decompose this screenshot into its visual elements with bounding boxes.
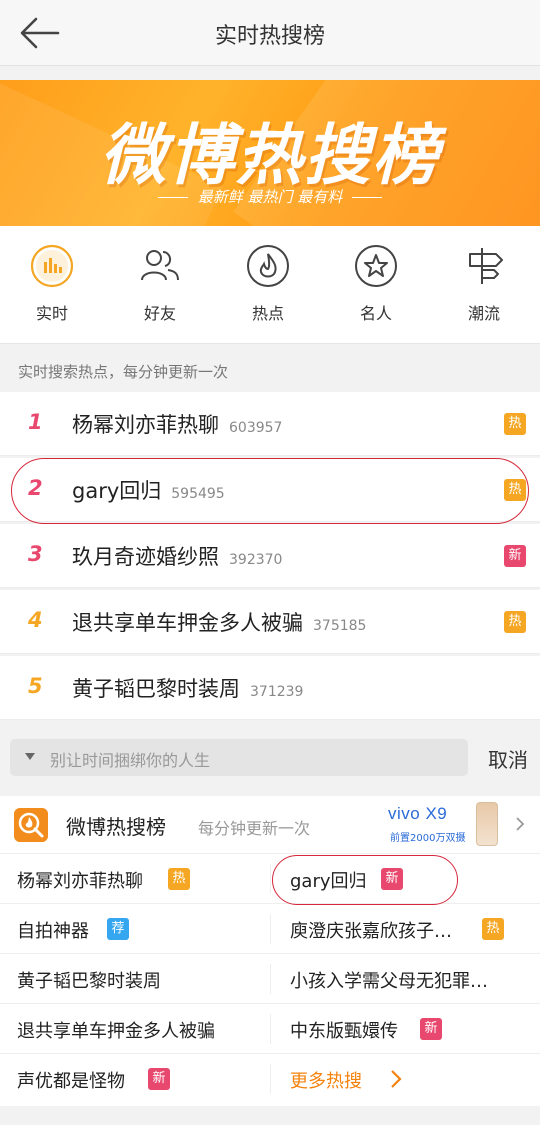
item-text: 更多热搜 xyxy=(290,1071,362,1092)
phone-image xyxy=(476,802,498,846)
ad-tagline: 前置2000万双摄 xyxy=(390,833,466,844)
category-tabs: 实时 好友 热点 名人 潮流 xyxy=(0,226,540,344)
more-hot-searches-link[interactable]: 更多热搜 xyxy=(270,1054,540,1104)
friends-icon xyxy=(141,250,179,281)
hot-search-widget: 微博热搜榜 每分钟更新一次 vivo X9 前置2000万双摄 杨幂刘亦菲热聊 … xyxy=(0,796,540,1106)
search-bar: 别让时间捆绑你的人生 取消 xyxy=(0,720,540,796)
divider xyxy=(270,964,271,994)
new-badge: 新 xyxy=(148,1068,170,1090)
tab-label: 好友 xyxy=(143,304,176,323)
item-text: 自拍神器 xyxy=(17,921,89,942)
divider xyxy=(270,1014,271,1044)
star-icon xyxy=(355,245,397,287)
weibo-hot-logo-icon xyxy=(14,808,48,842)
rank-number: 4 xyxy=(28,608,43,632)
divider xyxy=(270,864,271,894)
tab-friends[interactable]: 好友 xyxy=(115,244,205,324)
annotation-circle xyxy=(11,458,529,524)
search-count: 371239 xyxy=(250,684,304,700)
tab-label: 潮流 xyxy=(467,304,500,323)
hot-badge: 热 xyxy=(504,611,526,633)
annotation-circle xyxy=(272,855,458,905)
ranking-row[interactable]: 4 退共享单车押金多人被骗 375185 热 xyxy=(0,590,540,654)
banner-subtitle-wrap: 最新鲜 最热门 最有料 xyxy=(0,186,540,207)
cancel-button[interactable]: 取消 xyxy=(488,744,528,773)
update-notice: 实时搜索热点，每分钟更新一次 xyxy=(0,344,540,392)
ranking-row[interactable]: 3 玖月奇迹婚纱照 392370 新 xyxy=(0,524,540,588)
hot-badge: 热 xyxy=(168,868,190,890)
widget-item[interactable]: 声优都是怪物 新 xyxy=(0,1054,270,1104)
widget-item[interactable]: 庾澄庆张嘉欣孩子… 热 xyxy=(270,904,540,954)
banner-title: 微博热搜榜 xyxy=(100,117,440,194)
signpost-icon xyxy=(469,248,503,284)
new-badge: 新 xyxy=(504,545,526,567)
item-text: 小孩入学需父母无犯罪… xyxy=(290,971,488,992)
widget-subtitle: 每分钟更新一次 xyxy=(198,819,311,838)
hot-badge: 热 xyxy=(482,918,504,940)
topic-name: 黄子韬巴黎时装周 371239 xyxy=(72,677,304,701)
dropdown-triangle-icon xyxy=(25,753,35,760)
tab-celebrity[interactable]: 名人 xyxy=(331,244,421,324)
item-text: 中东版甄嬛传 xyxy=(290,1021,398,1042)
search-input[interactable]: 别让时间捆绑你的人生 xyxy=(10,739,468,776)
recommend-badge: 荐 xyxy=(107,918,129,940)
search-placeholder: 别让时间捆绑你的人生 xyxy=(50,751,211,770)
search-count: 375185 xyxy=(313,618,367,634)
notice-text: 实时搜索热点，每分钟更新一次 xyxy=(18,363,229,381)
divider xyxy=(270,914,271,944)
widget-item[interactable]: 自拍神器 荐 xyxy=(0,904,270,954)
widget-item[interactable]: 杨幂刘亦菲热聊 热 xyxy=(0,854,270,904)
widget-item[interactable]: 中东版甄嬛传 新 xyxy=(270,1004,540,1054)
page-title: 实时热搜榜 xyxy=(214,24,325,49)
bar-chart-icon xyxy=(30,244,74,288)
topic-name: 退共享单车押金多人被骗 375185 xyxy=(72,611,367,635)
top-bar: 实时热搜榜 xyxy=(0,0,540,66)
hot-search-banner: 微博热搜榜 最新鲜 最热门 最有料 xyxy=(0,80,540,226)
topic-name: 玖月奇迹婚纱照 392370 xyxy=(72,545,283,569)
widget-title: 微博热搜榜 xyxy=(66,815,166,839)
hot-badge: 热 xyxy=(504,413,526,435)
ranking-row[interactable]: 1 杨幂刘亦菲热聊 603957 热 xyxy=(0,392,540,456)
item-text: 庾澄庆张嘉欣孩子… xyxy=(290,921,452,942)
ad-brand: vivo X9 xyxy=(388,804,448,823)
tab-hot[interactable]: 热点 xyxy=(223,244,313,324)
widget-item[interactable]: 退共享单车押金多人被骗 xyxy=(0,1004,270,1054)
search-count: 392370 xyxy=(229,552,283,568)
tab-label: 热点 xyxy=(251,304,284,323)
rank-number: 1 xyxy=(28,410,43,434)
vivo-ad[interactable]: vivo X9 前置2000万双摄 xyxy=(388,802,508,848)
widget-item[interactable]: 小孩入学需父母无犯罪… xyxy=(270,954,540,1004)
chevron-right-icon xyxy=(391,1070,402,1088)
banner-subtitle: 最新鲜 最热门 最有料 xyxy=(197,188,343,206)
item-text: 声优都是怪物 xyxy=(17,1071,125,1092)
item-text: 杨幂刘亦菲热聊 xyxy=(17,871,143,892)
rank-number: 5 xyxy=(28,674,43,698)
widget-header[interactable]: 微博热搜榜 每分钟更新一次 vivo X9 前置2000万双摄 xyxy=(0,796,540,854)
tab-label: 名人 xyxy=(359,304,392,323)
tab-label: 实时 xyxy=(35,304,68,323)
rank-number: 3 xyxy=(28,542,43,566)
ranking-row[interactable]: 5 黄子韬巴黎时装周 371239 xyxy=(0,656,540,720)
topic-name: 杨幂刘亦菲热聊 603957 xyxy=(72,413,283,437)
search-count: 603957 xyxy=(229,420,283,436)
chevron-right-icon[interactable] xyxy=(514,816,526,832)
tab-realtime[interactable]: 实时 xyxy=(7,244,97,324)
tab-trend[interactable]: 潮流 xyxy=(439,244,529,324)
item-text: 退共享单车押金多人被骗 xyxy=(17,1021,215,1042)
flame-icon xyxy=(247,245,289,287)
new-badge: 新 xyxy=(420,1018,442,1040)
widget-item[interactable]: 黄子韬巴黎时装周 xyxy=(0,954,270,1004)
item-text: 黄子韬巴黎时装周 xyxy=(17,971,161,992)
divider xyxy=(270,1064,271,1094)
